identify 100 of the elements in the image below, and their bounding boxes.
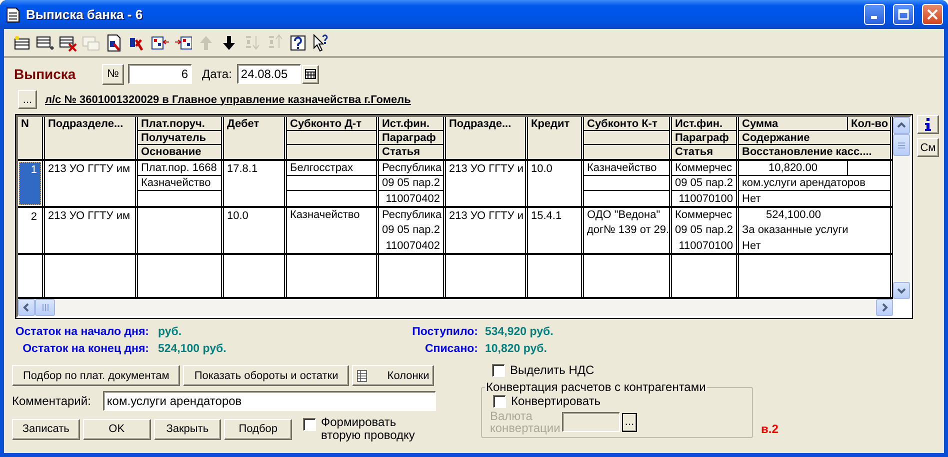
window-title: Выписка банка - 6 bbox=[26, 7, 144, 22]
table-cell-text: 10.0 bbox=[530, 162, 554, 174]
table-cell-text: 09 05 пар.2 bbox=[674, 224, 734, 236]
account-picker-button[interactable]: ... bbox=[18, 90, 37, 109]
table-cell-text: Нет bbox=[741, 240, 762, 252]
table-cell-text: 524,100.00 bbox=[764, 209, 822, 221]
action-button[interactable]: OK bbox=[82, 418, 150, 440]
total-label: Поступило: bbox=[411, 326, 479, 338]
checkbox[interactable] bbox=[492, 364, 505, 376]
column-header: Субконто К-т bbox=[586, 118, 658, 130]
table-cell-text: 110070100 bbox=[678, 192, 734, 204]
table-cell-text: дог№ 139 от 29. bbox=[586, 224, 669, 236]
checkbox[interactable] bbox=[303, 418, 316, 431]
maximize-icon bbox=[898, 9, 909, 20]
table-cell-text: 213 УО ГГТУ и bbox=[448, 210, 524, 222]
action-button[interactable]: Записать bbox=[12, 418, 80, 440]
column-header: Получатель bbox=[140, 132, 208, 144]
column-header: Ист.фин. bbox=[674, 118, 724, 130]
column-header: Статья bbox=[674, 146, 714, 158]
total-label: Списано: bbox=[424, 343, 479, 355]
caret-left-icon bbox=[22, 303, 31, 312]
scroll-thumb[interactable] bbox=[35, 299, 55, 316]
column-header: Подразде... bbox=[448, 118, 512, 130]
maximize-button[interactable] bbox=[893, 4, 914, 25]
comment-label: Комментарий: bbox=[12, 394, 91, 408]
total-value: 534,920 руб. bbox=[485, 326, 554, 338]
table-cell-text: За оказанные услуги bbox=[741, 224, 850, 236]
caret-down-icon bbox=[897, 286, 906, 295]
table-cell-text: 213 УО ГГТУ и bbox=[448, 162, 524, 174]
table-sparkle-icon[interactable] bbox=[13, 34, 31, 52]
column-header: N bbox=[20, 118, 30, 130]
table-cell-text: ОДО "Ведона" bbox=[586, 209, 662, 221]
close-button[interactable] bbox=[922, 4, 943, 25]
action-button[interactable]: Подбор по плат. документам bbox=[12, 365, 180, 386]
scroll-down-button[interactable] bbox=[893, 282, 910, 299]
account-link[interactable]: л/с № 3601001320029 в Главное управление казначейства г.Гомель bbox=[45, 94, 411, 106]
table-cell-text: 09 05 пар.2 bbox=[674, 177, 734, 189]
document-icon bbox=[6, 6, 20, 22]
caret-right-icon bbox=[880, 303, 889, 312]
total-value: 10,820 руб. bbox=[485, 343, 548, 355]
table-cell-text: Казначейство bbox=[140, 177, 212, 189]
minimize-button[interactable] bbox=[864, 4, 885, 25]
arrow-down-icon[interactable] bbox=[220, 34, 238, 52]
scroll-up-button[interactable] bbox=[893, 117, 910, 134]
scroll-right-button[interactable] bbox=[876, 299, 893, 316]
table-cell-text: ком.услуги арендаторов bbox=[741, 177, 867, 189]
table-cell-text: Республика bbox=[381, 162, 443, 174]
checkbox-label: Выделить НДС bbox=[510, 363, 594, 377]
table-cell-text: 17.8.1 bbox=[226, 162, 259, 174]
column-header: Подразделе... bbox=[47, 118, 124, 130]
calendar-button[interactable] bbox=[302, 64, 319, 84]
table-cell-text: 110070402 bbox=[384, 240, 441, 252]
document-title: Выписка bbox=[14, 66, 77, 82]
table-cell-text: Коммерчес bbox=[674, 162, 733, 174]
version-label: в.2 bbox=[761, 422, 778, 436]
column-header: Основание bbox=[140, 146, 202, 158]
table-cell-text: 10,820.00 bbox=[768, 162, 818, 174]
scroll-thumb[interactable] bbox=[893, 134, 910, 156]
group-title: Конвертация расчетов с контрагентами bbox=[485, 380, 707, 394]
column-header: Статья bbox=[381, 146, 422, 158]
column-header: Содержание bbox=[741, 132, 811, 144]
column-header: Плат.поруч. bbox=[140, 118, 206, 130]
table-cell-text: Нет bbox=[741, 192, 762, 204]
column-header: Ист.фин. bbox=[381, 118, 431, 130]
columns-right-icon[interactable] bbox=[174, 34, 192, 52]
columns-left-icon[interactable] bbox=[151, 34, 169, 52]
table-cell-text: 10.0 bbox=[226, 210, 250, 222]
columns-icon bbox=[357, 368, 368, 382]
column-header: Дебет bbox=[226, 118, 260, 130]
date-label: Дата: bbox=[202, 67, 232, 81]
column-header: Кол-во bbox=[850, 118, 890, 130]
calendar-icon bbox=[304, 69, 316, 79]
checkbox-label: Формировать вторую проводку bbox=[321, 416, 416, 442]
action-button[interactable]: Закрыть bbox=[154, 418, 222, 440]
help-icon[interactable] bbox=[289, 34, 307, 52]
document-mark-icon[interactable] bbox=[105, 34, 123, 52]
number-button[interactable]: № bbox=[102, 64, 124, 84]
table-cell-text: 110070402 bbox=[384, 192, 441, 204]
caret-up-icon bbox=[897, 121, 906, 130]
column-header: Кредит bbox=[530, 118, 571, 130]
table-cell-text: Коммерчес bbox=[674, 209, 733, 221]
number-field[interactable]: 6 bbox=[128, 64, 192, 84]
table-add-icon[interactable] bbox=[36, 34, 54, 52]
column-header: Сумма bbox=[741, 118, 780, 130]
date-field[interactable]: 24.08.05 bbox=[236, 64, 301, 84]
action-button[interactable]: Подбор bbox=[224, 418, 292, 440]
pointer-help-icon[interactable] bbox=[312, 34, 330, 52]
info-button[interactable] bbox=[917, 115, 939, 134]
action-button[interactable]: Показать обороты и остатки bbox=[183, 365, 350, 386]
columns-button[interactable]: Колонки bbox=[352, 365, 434, 386]
scroll-left-button[interactable] bbox=[18, 299, 35, 316]
table-delete-icon[interactable] bbox=[59, 34, 77, 52]
side-button[interactable]: См bbox=[917, 138, 939, 157]
table-cell-text: 15.4.1 bbox=[530, 210, 563, 222]
table-cell-text: Казначейство bbox=[586, 162, 658, 174]
table-cell-text: 09 05 пар.2 bbox=[381, 224, 441, 236]
row-number: 1 bbox=[19, 162, 41, 205]
comment-field[interactable]: ком.услуги арендаторов bbox=[102, 391, 436, 411]
table-cell-text: Белгосстрах bbox=[289, 162, 354, 174]
table-cell-text: 09 05 пар.2 bbox=[381, 177, 441, 189]
